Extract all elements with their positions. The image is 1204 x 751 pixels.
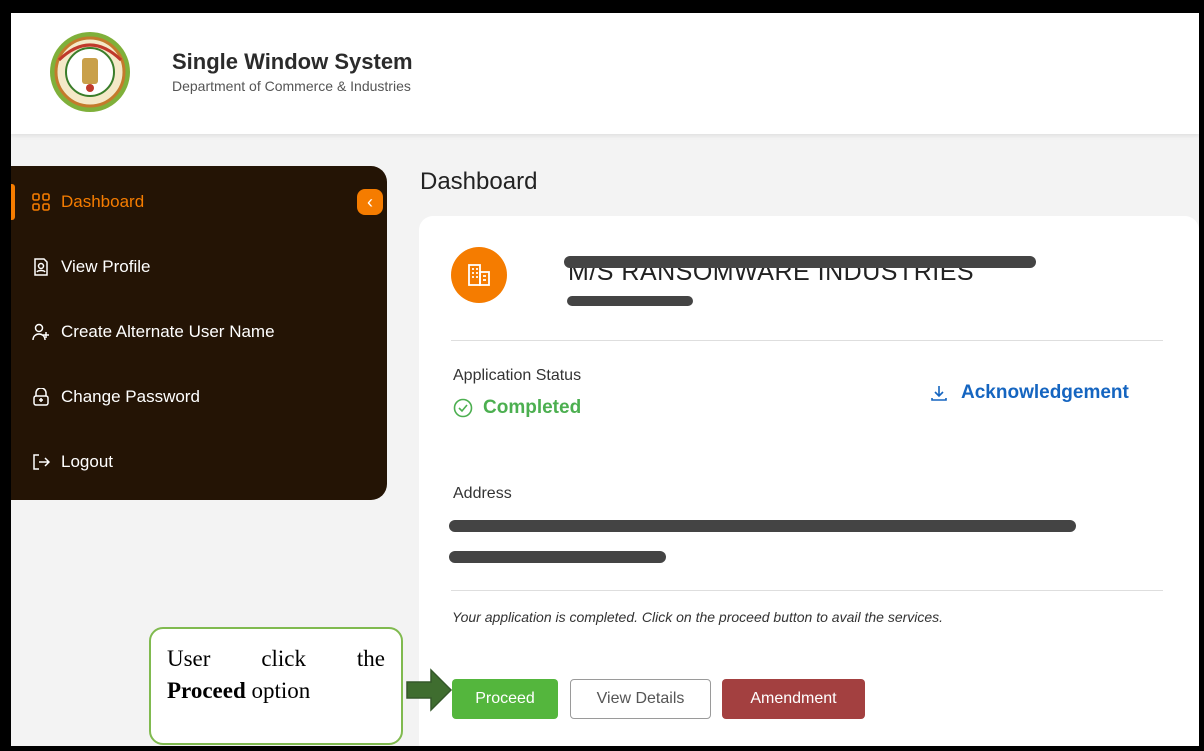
application-status-label: Application Status <box>453 367 582 384</box>
chevron-left-icon: ‹ <box>367 191 373 212</box>
grid-icon <box>31 192 51 212</box>
divider <box>451 340 1163 341</box>
sidebar-item-label: Change Password <box>61 387 200 406</box>
app-window: Single Window System Department of Comme… <box>11 13 1199 746</box>
view-details-button[interactable]: View Details <box>570 679 711 719</box>
callout-line-2: Proceed option <box>167 675 385 707</box>
callout-line-1: User click the <box>167 643 385 675</box>
status-badge: Completed <box>453 397 581 419</box>
callout-word: the <box>356 646 385 671</box>
address-label: Address <box>453 485 512 502</box>
sidebar-item-create-alternate-user[interactable]: Create Alternate User Name <box>11 310 371 354</box>
redaction-bar <box>449 520 1076 532</box>
callout-word: User <box>167 646 211 671</box>
callout-word: click <box>261 646 307 671</box>
lock-icon <box>31 387 51 407</box>
user-plus-icon <box>31 322 51 342</box>
building-icon <box>451 247 507 303</box>
sidebar-item-logout[interactable]: Logout <box>11 440 371 484</box>
sidebar-item-label: Create Alternate User Name <box>61 322 275 341</box>
redaction-bar <box>564 256 1036 268</box>
acknowledgement-label: Acknowledgement <box>961 382 1129 403</box>
completion-note: Your application is completed. Click on … <box>452 609 944 625</box>
app-subtitle: Department of Commerce & Industries <box>172 78 411 94</box>
amendment-button[interactable]: Amendment <box>722 679 865 719</box>
sidebar-item-view-profile[interactable]: View Profile <box>11 245 371 289</box>
instruction-callout: User click the Proceed option <box>149 627 403 745</box>
profile-doc-icon <box>31 257 51 277</box>
sidebar-item-label: Dashboard <box>61 192 145 211</box>
sidebar-item-label: View Profile <box>61 257 151 276</box>
sidebar-item-change-password[interactable]: Change Password <box>11 375 371 419</box>
redaction-bar <box>567 296 693 306</box>
state-emblem-logo <box>50 32 130 112</box>
top-header: Single Window System Department of Comme… <box>11 13 1199 134</box>
logout-icon <box>31 452 51 472</box>
pointer-arrow-icon <box>406 668 453 712</box>
acknowledgement-link[interactable]: Acknowledgement <box>929 382 1129 404</box>
callout-bold: Proceed <box>167 678 246 703</box>
callout-rest: option <box>245 678 311 703</box>
app-title: Single Window System <box>172 49 413 74</box>
check-circle-icon <box>453 398 473 418</box>
redaction-bar <box>449 551 666 563</box>
application-card <box>419 216 1199 746</box>
page-title: Dashboard <box>420 168 538 195</box>
download-icon <box>931 386 947 401</box>
sidebar-collapse-button[interactable]: ‹ <box>357 189 383 215</box>
sidebar-item-dashboard[interactable]: Dashboard <box>11 180 371 224</box>
status-text: Completed <box>483 397 582 418</box>
divider <box>451 590 1163 591</box>
proceed-button[interactable]: Proceed <box>452 679 558 719</box>
sidebar-item-label: Logout <box>61 452 113 471</box>
